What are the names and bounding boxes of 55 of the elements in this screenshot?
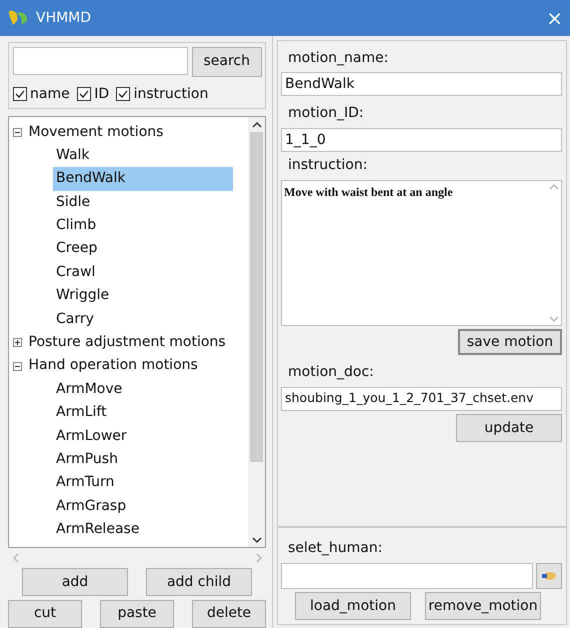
tree-item[interactable]: ArmLift xyxy=(52,401,110,425)
tree-item[interactable]: ArmGrasp xyxy=(52,494,130,518)
tree-item[interactable]: ArmMove xyxy=(52,378,126,402)
checkbox[interactable] xyxy=(116,87,130,101)
field-label: motion_doc: xyxy=(287,363,375,382)
tree-item[interactable]: Walk xyxy=(52,144,94,168)
vertical-scrollbar[interactable] xyxy=(248,117,265,547)
pointer-icon xyxy=(541,570,557,580)
tree-item[interactable]: BendWalk xyxy=(52,167,232,191)
tree-item[interactable]: Sidle xyxy=(52,190,94,214)
motion-doc-field[interactable]: shoubing_1_you_1_2_701_37_chset.env xyxy=(281,386,562,410)
field-label: selet_human: xyxy=(287,539,384,558)
action-button[interactable]: add child xyxy=(146,568,252,596)
tree-group[interactable]: Movement motions xyxy=(28,120,164,144)
field-label: motion_ID: xyxy=(287,104,365,123)
tree-item[interactable]: Crawl xyxy=(52,260,99,284)
tree-item[interactable]: Carry xyxy=(52,308,98,332)
action-button[interactable]: delete xyxy=(192,600,266,628)
tree-group[interactable]: Hand operation motions xyxy=(28,354,198,378)
action-button[interactable]: remove_motion xyxy=(425,592,541,620)
scroll-down-icon[interactable] xyxy=(252,536,262,544)
update-button[interactable]: update xyxy=(456,414,562,442)
action-button[interactable]: cut xyxy=(8,600,82,628)
window-title: VHMMD xyxy=(36,8,92,28)
action-button[interactable]: paste xyxy=(100,600,174,628)
expand-icon[interactable] xyxy=(12,338,22,348)
tree-item[interactable]: Creep xyxy=(52,237,101,261)
tree-item[interactable]: Wriggle xyxy=(52,284,113,308)
search-button[interactable]: search xyxy=(192,46,262,76)
collapse-icon[interactable] xyxy=(12,362,22,371)
tree-item[interactable]: ArmTurn xyxy=(52,471,118,495)
close-button[interactable]: × xyxy=(546,8,563,28)
tree-item[interactable]: ArmLower xyxy=(52,424,130,448)
search-field[interactable] xyxy=(12,46,188,74)
tree-item[interactable]: ArmRelease xyxy=(52,518,143,542)
field-label: instruction: xyxy=(287,156,368,175)
action-button[interactable]: add xyxy=(22,568,128,596)
checkbox[interactable] xyxy=(76,87,91,101)
human-field[interactable] xyxy=(281,562,532,588)
text-field[interactable]: 1_1_0 xyxy=(281,128,562,152)
scroll-up-icon[interactable] xyxy=(252,120,262,128)
field-label: motion_name: xyxy=(287,48,390,68)
browse-button[interactable] xyxy=(536,562,562,588)
app-logo-icon xyxy=(7,9,29,27)
checkbox[interactable] xyxy=(12,87,26,101)
checkbox-label: ID xyxy=(94,84,110,104)
checkbox-label: instruction xyxy=(134,84,208,104)
action-button[interactable]: load_motion xyxy=(295,592,411,620)
text-field[interactable]: BendWalk xyxy=(281,72,562,96)
tree-group[interactable]: Posture adjustment motions xyxy=(28,331,226,354)
tree-item[interactable]: ArmPush xyxy=(52,448,122,472)
collapse-icon[interactable] xyxy=(12,128,22,137)
tree-item[interactable]: Climb xyxy=(52,214,100,238)
save-motion-button[interactable]: save motion xyxy=(458,329,562,355)
checkbox-label: name xyxy=(30,84,70,104)
